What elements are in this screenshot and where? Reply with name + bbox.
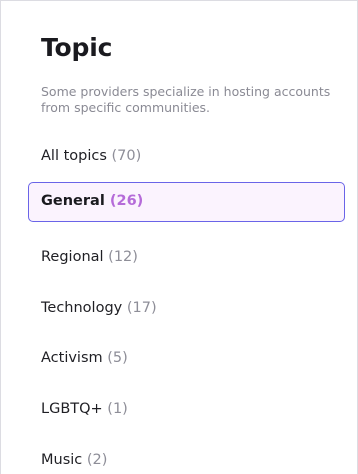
panel-title: Topic [41, 33, 113, 62]
topic-item-all-topics[interactable]: All topics (70) [41, 148, 141, 164]
topic-filter-panel: Topic Some providers specialize in hosti… [0, 0, 358, 474]
topic-item-count: (12) [108, 249, 138, 265]
topic-item-label: LGBTQ+ [41, 401, 103, 417]
topic-item-label: Technology [41, 300, 123, 316]
topic-item-count: (5) [107, 350, 128, 366]
topic-item-count: (2) [86, 452, 108, 468]
topic-item-count: (70) [111, 148, 142, 164]
topic-item-label: Music [41, 452, 83, 468]
topic-item-count: (1) [107, 401, 128, 417]
topic-item-technology[interactable]: Technology (17) [41, 300, 157, 316]
topic-item-activism[interactable]: Activism (5) [41, 350, 128, 366]
topic-item-count: (26) [109, 193, 144, 209]
topic-item-general[interactable]: General (26) [28, 182, 345, 222]
topic-item-label: All topics [41, 148, 107, 164]
topic-item-count: (17) [126, 300, 157, 316]
topic-item-label: Regional [41, 249, 104, 265]
topic-item-lgbtq[interactable]: LGBTQ+ (1) [41, 401, 128, 417]
topic-item-label: Activism [41, 350, 103, 366]
topic-item-regional[interactable]: Regional (12) [41, 249, 138, 265]
topic-item-label: General [41, 193, 105, 209]
topic-item-music[interactable]: Music (2) [41, 452, 107, 468]
panel-description: Some providers specialize in hosting acc… [41, 84, 331, 115]
